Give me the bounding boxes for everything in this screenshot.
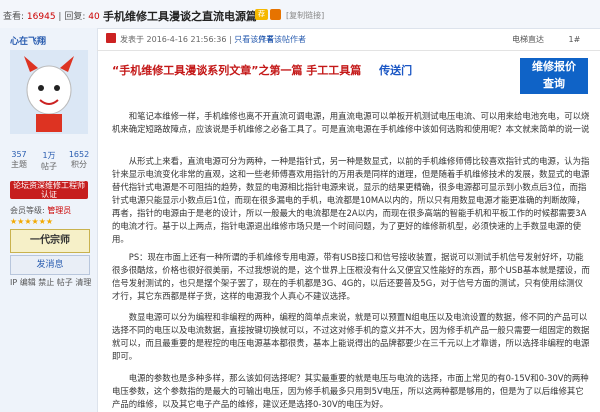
only-host-link[interactable]: 只看该帖作者: [258, 34, 306, 45]
admin-actions[interactable]: IP 编辑 禁止 帖子 清理: [10, 277, 91, 288]
author-name[interactable]: 心在飞翔: [10, 34, 46, 47]
count-posts[interactable]: 1万 帖子: [34, 150, 64, 172]
pdf-icon: [106, 33, 116, 43]
rank-stars-icon: ★★★★★★: [10, 217, 54, 226]
count-topics[interactable]: 357 主题: [4, 150, 34, 172]
post-paragraph: 从形式上来看，直流电源可分为两种，一种是指针式，另一种是数显式，以前的手机维修师…: [112, 156, 590, 244]
thread-title: 手机维修工具漫谈之直流电源篇: [103, 10, 257, 23]
digest-badge-icon: [270, 9, 281, 20]
post-paragraph: PS：现在市面上还有一种所谓的手机维修专用电源，带有USB接口和信号接收装置，据…: [112, 252, 590, 301]
views-count: 16945: [26, 12, 56, 22]
portal-link[interactable]: 传送门: [379, 64, 412, 77]
thread-stats: 查看: 16945 | 回复: 40: [3, 12, 100, 22]
post-headline: “手机维修工具漫谈系列文章”之第一篇 手工工具篇 传送门: [112, 64, 413, 77]
thread-header: 查看: 16945 | 回复: 40 手机维修工具漫谈之直流电源篇 荐 [复制链…: [0, 0, 600, 29]
author-sidebar: 心在飞翔 357 主题 1万 帖子 1652 积分 论坛资深维修工程师认证 会员等级:…: [0, 28, 98, 412]
send-message-button[interactable]: 发消息: [10, 255, 90, 275]
avatar[interactable]: [10, 50, 88, 134]
replies-count: 40: [88, 12, 100, 22]
views-label: 查看:: [3, 12, 25, 22]
post-paragraph: 电源的参数也是多种多样，那么该如何选择呢？其实最重要的就是电压与电流的选择，市面…: [112, 373, 589, 409]
count-credits[interactable]: 1652 积分: [64, 150, 94, 172]
certified-badge: 论坛资深维修工程师认证: [10, 181, 88, 199]
post-time: 发表于 2016-4-16 21:56:36 | 只看该作者: [120, 35, 275, 44]
repair-quote-ad[interactable]: 维修报价 查询: [520, 58, 588, 94]
rank-title: 一代宗师: [10, 229, 90, 253]
post-paragraph: 数显电源可以分为编程和非编程的两种，编程的简单点来说，就是可以预置N组电压以及电…: [112, 312, 590, 361]
post-paragraph: 和笔记本维修一样，手机维修也离不开直流可调电源，用直流电源可以单板开机测试电压电…: [112, 111, 590, 134]
member-group: 会员等级: 管理员: [10, 206, 72, 215]
author-counts: 357 主题 1万 帖子 1652 积分: [4, 150, 94, 172]
floor-jump[interactable]: 电梯直达 1#: [512, 34, 580, 45]
copy-link[interactable]: [复制链接]: [286, 10, 324, 21]
hot-badge-icon: 荐: [255, 9, 268, 20]
replies-label: 回复:: [64, 12, 86, 22]
